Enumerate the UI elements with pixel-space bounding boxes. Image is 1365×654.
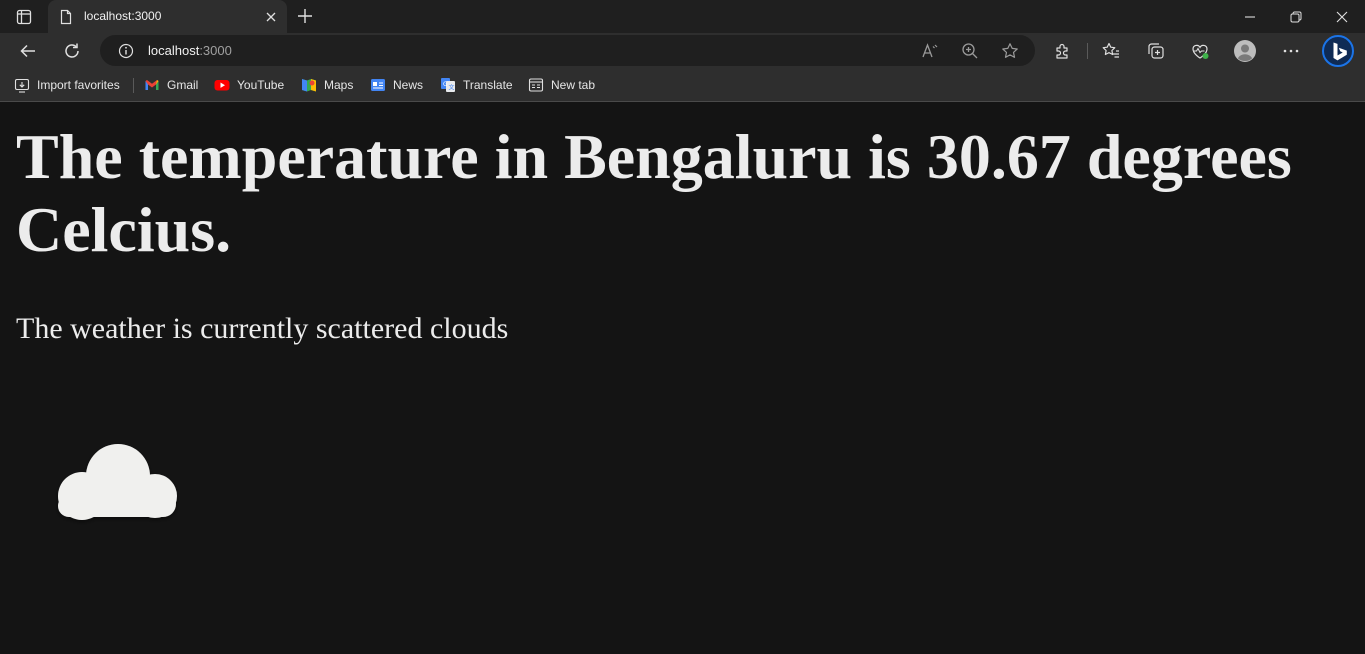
tab-title: localhost:3000 xyxy=(84,9,162,23)
gmail-icon xyxy=(144,77,160,93)
bookmark-import-favorites[interactable]: Import favorites xyxy=(14,76,120,94)
tab-actions-icon[interactable] xyxy=(10,7,38,27)
window-close-icon[interactable] xyxy=(1319,0,1365,33)
minimize-icon[interactable] xyxy=(1227,0,1273,33)
scattered-clouds-icon xyxy=(50,435,184,527)
favorite-star-icon[interactable] xyxy=(1000,41,1020,61)
translate-icon: G文 xyxy=(440,77,456,93)
address-bar[interactable]: localhost:3000 xyxy=(100,35,1035,66)
address-url[interactable]: localhost:3000 xyxy=(148,43,232,58)
bookmark-youtube[interactable]: YouTube xyxy=(214,76,284,94)
close-icon[interactable] xyxy=(263,9,279,25)
tab-strip: localhost:3000 xyxy=(0,0,1365,33)
new-tab-icon xyxy=(528,77,544,93)
bookmark-translate[interactable]: G文 Translate xyxy=(440,76,513,94)
bookmarks-bar: Import favorites Gmail YouTube Maps News… xyxy=(0,69,1365,102)
zoom-icon[interactable] xyxy=(960,41,980,61)
bookmark-news[interactable]: News xyxy=(370,76,423,94)
site-info-icon[interactable] xyxy=(118,43,134,59)
page-icon xyxy=(58,9,74,25)
browser-toolbar: localhost:3000 xyxy=(0,33,1365,69)
more-options-icon[interactable] xyxy=(1280,40,1302,62)
url-host: localhost xyxy=(148,43,200,58)
svg-text:文: 文 xyxy=(449,84,455,92)
bookmark-gmail[interactable]: Gmail xyxy=(144,76,198,94)
bookmark-label: Translate xyxy=(463,78,513,92)
url-port: :3000 xyxy=(199,43,232,58)
news-icon xyxy=(370,77,386,93)
temperature-heading: The temperature in Bengaluru is 30.67 de… xyxy=(16,121,1292,265)
bing-copilot-icon[interactable] xyxy=(1321,35,1355,67)
browser-essentials-icon[interactable] xyxy=(1189,40,1211,62)
collections-icon[interactable] xyxy=(1145,40,1167,62)
bookmark-label: Gmail xyxy=(167,78,199,92)
bookmark-label: News xyxy=(393,78,424,92)
toolbar-divider xyxy=(1087,43,1088,59)
profile-avatar-icon[interactable] xyxy=(1234,40,1256,62)
restore-icon[interactable] xyxy=(1273,0,1319,33)
page-content: The temperature in Bengaluru is 30.67 de… xyxy=(0,103,1365,654)
bookmark-label: Maps xyxy=(324,78,354,92)
import-icon xyxy=(14,77,30,93)
bookmarks-divider xyxy=(133,78,134,93)
bookmark-label: Import favorites xyxy=(37,78,120,92)
extensions-icon[interactable] xyxy=(1052,40,1074,62)
svg-text:G: G xyxy=(443,81,448,88)
browser-tab[interactable]: localhost:3000 xyxy=(48,0,287,33)
refresh-icon[interactable] xyxy=(60,40,84,62)
read-aloud-icon[interactable] xyxy=(920,41,940,61)
bookmark-label: New tab xyxy=(551,78,596,92)
bookmark-new-tab[interactable]: New tab xyxy=(528,76,595,94)
maps-icon xyxy=(301,77,317,93)
new-tab-plus-icon[interactable] xyxy=(295,6,315,26)
bookmark-maps[interactable]: Maps xyxy=(301,76,353,94)
weather-description: The weather is currently scattered cloud… xyxy=(16,312,509,345)
bookmark-label: YouTube xyxy=(237,78,285,92)
back-arrow-icon[interactable] xyxy=(16,40,40,62)
youtube-icon xyxy=(214,77,230,93)
favorites-icon[interactable] xyxy=(1100,40,1122,62)
